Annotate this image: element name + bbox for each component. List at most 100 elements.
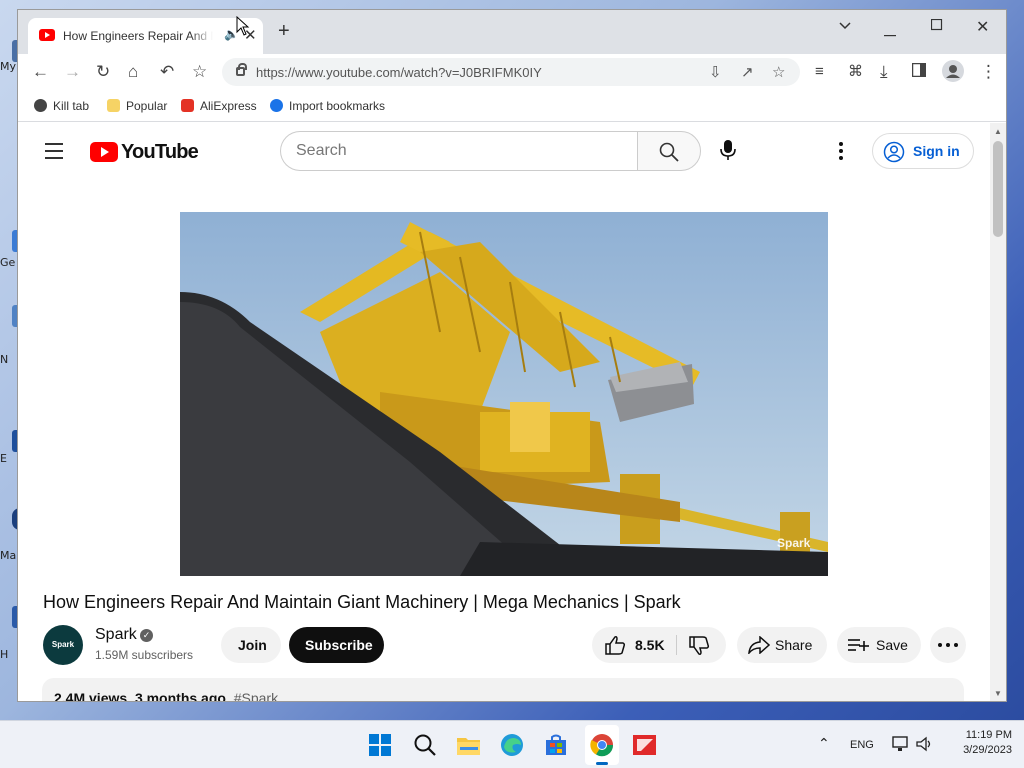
search-box (280, 131, 638, 171)
windows-start-icon[interactable] (368, 733, 392, 757)
forward-arrow-icon[interactable]: → (64, 62, 81, 82)
desktop-label: N (0, 353, 9, 366)
youtube-play-icon (90, 142, 118, 162)
save-button[interactable]: Save (837, 627, 921, 663)
profile-icon[interactable] (942, 60, 964, 87)
mouse-cursor-icon (236, 16, 250, 36)
language-indicator[interactable]: ENG (850, 739, 874, 751)
install-icon[interactable]: ⇩ (709, 63, 722, 81)
url-text[interactable]: https://www.youtube.com/watch?v=J0BRIFMK… (256, 65, 542, 80)
page-scrollbar[interactable]: ▲ ▼ (990, 123, 1006, 701)
gear-icon (270, 99, 283, 112)
edge-browser-icon[interactable] (500, 733, 524, 757)
lock-icon[interactable] (236, 63, 247, 76)
clock[interactable]: 11:19 PM 3/29/2023 (942, 728, 1012, 758)
crop-icon[interactable]: ⌘ (848, 62, 863, 82)
minimize-icon[interactable] (884, 24, 896, 42)
subscriber-count: 1.59M subscribers (95, 648, 194, 662)
share-arrow-icon (748, 636, 770, 654)
more-actions-button[interactable] (930, 627, 966, 663)
folder-icon (107, 99, 120, 112)
desktop-icons: My Ge N E Ma H (0, 0, 20, 720)
bookmarks-bar: Kill tab Popular AliExpress Import bookm… (18, 92, 1006, 122)
store-icon[interactable] (544, 733, 568, 757)
aliexpress-icon (181, 99, 194, 112)
app-icon[interactable] (632, 733, 656, 757)
thumbs-up-icon[interactable] (604, 635, 626, 655)
star-bookmark-icon[interactable]: ☆ (192, 62, 207, 82)
bookmark-import[interactable]: Import bookmarks (270, 99, 385, 113)
divider (676, 635, 677, 655)
verified-check-icon: ✓ (140, 629, 153, 642)
search-icon[interactable] (413, 733, 437, 757)
file-explorer-icon[interactable] (456, 733, 480, 757)
thumbs-down-icon[interactable] (688, 636, 710, 656)
like-count[interactable]: 8.5K (635, 637, 665, 653)
browser-window: How Engineers Repair And Maintain Giant … (17, 9, 1007, 702)
search-input[interactable] (296, 140, 616, 162)
network-icon[interactable] (892, 736, 910, 752)
volume-icon[interactable] (916, 736, 934, 752)
clock-date: 3/29/2023 (963, 744, 1012, 756)
youtube-logo[interactable]: YouTube (90, 141, 199, 165)
youtube-page: YouTube Sign in (18, 123, 990, 702)
channel-avatar[interactable]: Spark (43, 625, 83, 665)
upload-age: 3 months ago (134, 690, 226, 702)
sidebar-icon[interactable] (911, 62, 927, 82)
scroll-down-icon[interactable]: ▼ (994, 689, 1002, 698)
taskbar: ⌃ ENG 11:19 PM 3/29/2023 (0, 720, 1024, 768)
add-to-playlist-icon (848, 639, 869, 651)
bookmark-popular[interactable]: Popular (107, 99, 167, 113)
close-window-icon[interactable]: ✕ (976, 17, 989, 37)
settings-kebab-icon[interactable] (838, 141, 844, 166)
youtube-wordmark: YouTube (121, 141, 199, 163)
youtube-favicon-icon (39, 29, 55, 41)
search-icon (659, 142, 679, 162)
tab-strip: How Engineers Repair And Maintain Giant … (18, 10, 1006, 54)
join-button[interactable]: Join (221, 627, 281, 663)
sign-in-button[interactable]: Sign in (872, 133, 974, 169)
bookmark-kill-tab[interactable]: Kill tab (34, 99, 89, 113)
bookmark-aliexpress[interactable]: AliExpress (181, 99, 257, 113)
menu-kebab-icon[interactable]: ⋮ (980, 62, 997, 82)
desktop-label: Ge (0, 256, 16, 269)
desktop-label: Ma (0, 549, 17, 562)
browser-tab[interactable]: How Engineers Repair And Maintain Giant … (28, 18, 263, 54)
desktop-label: E (0, 452, 7, 465)
tab-search-chevron-icon[interactable] (838, 18, 852, 37)
more-dots-icon (938, 643, 958, 647)
globe-icon (34, 99, 47, 112)
back-arrow-icon[interactable]: ← (32, 62, 49, 82)
microphone-icon[interactable] (718, 139, 738, 166)
scroll-up-icon[interactable]: ▲ (994, 127, 1002, 136)
video-frame (180, 212, 828, 576)
tab-title: How Engineers Repair And Maintain Giant … (63, 29, 213, 43)
new-tab-button[interactable]: + (278, 21, 290, 41)
chrome-icon[interactable] (590, 733, 614, 757)
channel-name[interactable]: Spark (95, 626, 137, 644)
hamburger-menu-icon[interactable] (45, 143, 63, 164)
bookmark-star-icon[interactable]: ☆ (772, 63, 785, 81)
reload-icon[interactable]: ↻ (96, 62, 110, 82)
view-count: 2.4M views (54, 690, 128, 702)
account-icon (883, 141, 905, 163)
share-button[interactable]: Share (737, 627, 827, 663)
tray-chevron-icon[interactable]: ⌃ (818, 735, 830, 752)
hashtag-link[interactable]: #Spark (234, 690, 278, 701)
video-player[interactable]: Spark (180, 212, 828, 576)
scrollbar-thumb[interactable] (993, 141, 1003, 237)
video-meta: 2.4M views 3 months ago #Spark (54, 690, 278, 702)
reading-list-icon[interactable]: ≡ (815, 62, 824, 82)
subscribe-button[interactable]: Subscribe (289, 627, 384, 663)
undo-icon[interactable]: ↶ (160, 62, 174, 82)
downloads-icon[interactable]: ⤓ (880, 62, 888, 82)
search-button[interactable] (637, 131, 701, 171)
address-bar[interactable]: https://www.youtube.com/watch?v=J0BRIFMK… (222, 58, 800, 86)
home-icon[interactable]: ⌂ (128, 62, 138, 82)
description-box[interactable]: 2.4M views 3 months ago #Spark (42, 678, 964, 702)
video-watermark: Spark (777, 536, 811, 550)
share-page-icon[interactable]: ↗ (741, 63, 754, 81)
desktop-label: H (0, 648, 9, 661)
clock-time: 11:19 PM (965, 729, 1012, 741)
maximize-icon[interactable] (930, 18, 943, 36)
